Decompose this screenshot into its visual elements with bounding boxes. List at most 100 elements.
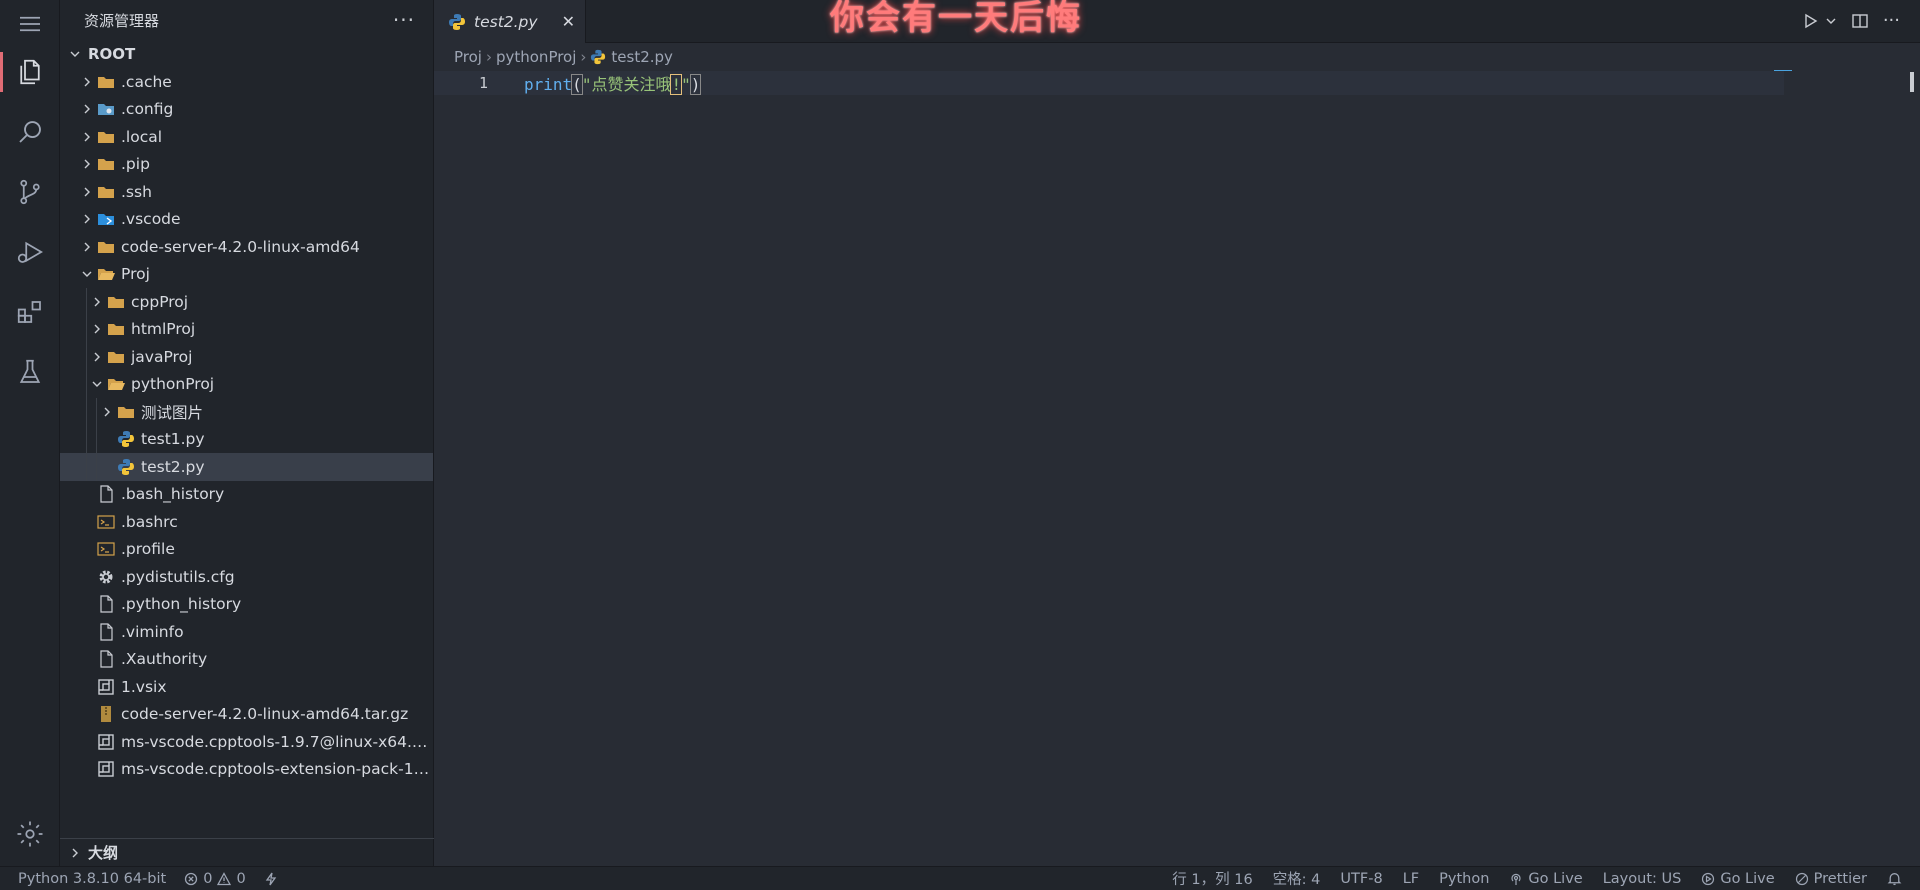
chevron-down-icon[interactable] <box>78 265 96 283</box>
tree-item[interactable]: .Xauthority <box>60 646 433 674</box>
explorer-icon[interactable] <box>0 48 60 96</box>
tree-item[interactable]: ms-vscode.cpptools-extension-pack-1.1...… <box>60 756 433 784</box>
menu-icon[interactable] <box>0 0 60 48</box>
error-icon <box>184 872 198 886</box>
tab-bar: test2.py ✕ 你会有一天后悔 ··· <box>434 0 1920 43</box>
lightning-icon[interactable] <box>264 872 278 886</box>
indent-guide <box>86 343 87 371</box>
run-icon[interactable] <box>1801 12 1819 30</box>
go-live-button-2[interactable]: Go Live <box>1701 871 1775 887</box>
code-text[interactable]: print("点赞关注哦!") <box>524 71 702 95</box>
python-interpreter[interactable]: Python 3.8.10 64-bit <box>18 871 166 887</box>
tree-item[interactable]: .viminfo <box>60 618 433 646</box>
chevron-right-icon[interactable] <box>88 293 106 311</box>
go-live-button[interactable]: Go Live <box>1509 871 1583 887</box>
problems-indicator[interactable]: 0 0 <box>184 871 246 887</box>
root-folder[interactable]: ROOT <box>60 40 433 68</box>
close-icon[interactable]: ✕ <box>562 12 575 31</box>
tree-item-label: htmlProj <box>131 320 196 339</box>
tree-item[interactable]: cppProj <box>60 288 433 316</box>
code-string-end: " <box>681 75 691 94</box>
tree-item[interactable]: .ssh <box>60 178 433 206</box>
chevron-right-icon[interactable] <box>88 320 106 338</box>
split-editor-icon[interactable] <box>1851 12 1869 30</box>
bell-icon[interactable] <box>1887 871 1902 886</box>
search-icon[interactable] <box>0 108 60 156</box>
tree-item[interactable]: .cache <box>60 68 433 96</box>
indentation[interactable]: 空格: 4 <box>1273 868 1321 889</box>
folder-icon <box>96 73 116 91</box>
breadcrumb-item[interactable]: Proj <box>454 48 482 66</box>
tree-item-label: cppProj <box>131 292 189 311</box>
tree-item[interactable]: code-server-4.2.0-linux-amd64 <box>60 233 433 261</box>
tree-item-label: pythonProj <box>131 375 215 394</box>
tree-item-label: .config <box>121 100 174 119</box>
tree-item[interactable]: code-server-4.2.0-linux-amd64.tar.gz <box>60 701 433 729</box>
tree-item[interactable]: pythonProj <box>60 370 433 398</box>
tree-item[interactable]: htmlProj <box>60 315 433 343</box>
tree-item[interactable]: Proj <box>60 261 433 289</box>
breadcrumb-item[interactable]: test2.py <box>611 48 673 66</box>
chevron-right-icon[interactable] <box>78 155 96 173</box>
tab-test2-py[interactable]: test2.py ✕ <box>434 0 586 43</box>
scrollbar[interactable] <box>1910 72 1914 92</box>
run-dropdown-chevron-icon[interactable] <box>1825 15 1837 27</box>
explorer-sidebar: 资源管理器 ··· ROOT .cache .config .local .pip .s… <box>60 0 434 866</box>
tree-item[interactable]: javaProj <box>60 343 433 371</box>
chevron-right-icon[interactable] <box>78 183 96 201</box>
settings-gear-icon[interactable] <box>0 810 60 858</box>
testing-icon[interactable] <box>0 348 60 396</box>
tree-item[interactable]: .bash_history <box>60 481 433 509</box>
run-debug-icon[interactable] <box>0 228 60 276</box>
source-control-icon[interactable] <box>0 168 60 216</box>
outline-section[interactable]: 大纲 <box>60 838 434 866</box>
tree-item[interactable]: .pip <box>60 151 433 179</box>
more-actions-icon[interactable]: ··· <box>1883 10 1900 31</box>
python-file-icon <box>116 458 136 476</box>
chevron-right-icon[interactable] <box>78 73 96 91</box>
more-actions-icon[interactable]: ··· <box>393 8 415 32</box>
tree-item[interactable]: test1.py <box>60 425 433 453</box>
tree-item-label: ms-vscode.cpptools-1.9.7@linux-x64.vsix <box>121 732 433 751</box>
folder-icon <box>96 238 116 256</box>
chevron-right-icon[interactable] <box>98 403 116 421</box>
encoding[interactable]: UTF-8 <box>1340 871 1382 887</box>
chevron-right-icon[interactable] <box>78 210 96 228</box>
tree-item[interactable]: test2.py <box>60 453 433 481</box>
tree-item[interactable]: 1.vsix <box>60 673 433 701</box>
chevron-down-icon[interactable] <box>88 375 106 393</box>
tree-item[interactable]: ms-vscode.cpptools-1.9.7@linux-x64.vsix <box>60 728 433 756</box>
tree-item[interactable]: .bashrc <box>60 508 433 536</box>
chevron-right-icon[interactable] <box>78 128 96 146</box>
chevron-right-icon[interactable] <box>78 238 96 256</box>
chevron-right-icon[interactable] <box>88 348 106 366</box>
tree-item[interactable]: .config <box>60 96 433 124</box>
tree-item[interactable]: .pydistutils.cfg <box>60 563 433 591</box>
chevron-right-icon[interactable] <box>78 100 96 118</box>
tree-item[interactable]: 测试图片 <box>60 398 433 426</box>
prettier-label: Prettier <box>1813 870 1867 887</box>
language-mode[interactable]: Python <box>1439 871 1489 887</box>
code-line[interactable]: 1 print("点赞关注哦!") <box>434 71 1784 95</box>
activity-bar <box>0 0 60 866</box>
tree-item[interactable]: .profile <box>60 536 433 564</box>
tree-item[interactable]: .local <box>60 123 433 151</box>
indent-guide <box>86 398 87 426</box>
cursor-position[interactable]: 行 1，列 16 <box>1172 868 1252 889</box>
breadcrumb-item[interactable]: pythonProj <box>496 48 576 66</box>
play-circle-icon <box>1701 872 1715 886</box>
minimap[interactable] <box>1774 70 1792 71</box>
extensions-icon[interactable] <box>0 288 60 336</box>
keyboard-layout[interactable]: Layout: US <box>1603 871 1682 887</box>
editor-actions: ··· <box>1801 10 1900 31</box>
tree-item[interactable]: .python_history <box>60 591 433 619</box>
code-cursor-char: ! <box>670 74 683 95</box>
prettier-status[interactable]: Prettier <box>1795 871 1867 887</box>
tree-item-label: .python_history <box>121 595 242 614</box>
end-of-line[interactable]: LF <box>1403 871 1419 887</box>
tree-item[interactable]: .vscode <box>60 206 433 234</box>
